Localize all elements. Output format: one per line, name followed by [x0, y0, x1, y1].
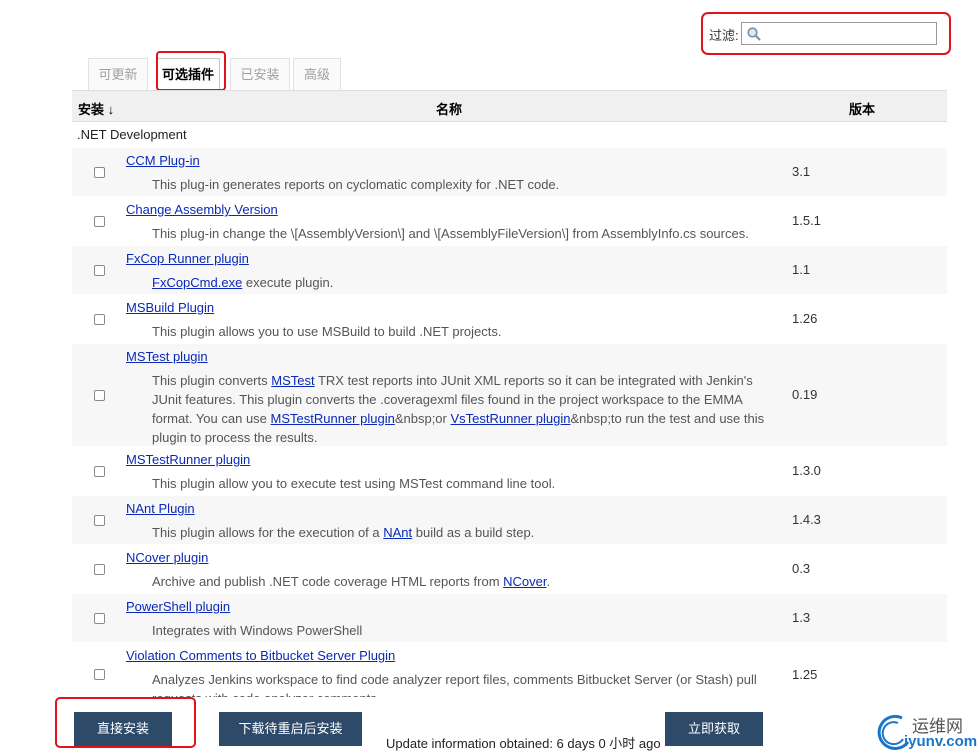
- plugin-description: Integrates with Windows PowerShell: [152, 623, 363, 638]
- description-link[interactable]: VsTestRunner plugin: [450, 411, 570, 426]
- plugin-link[interactable]: CCM Plug-in: [126, 153, 200, 168]
- table-row: MSBuild Plugin This plugin allows you to…: [72, 294, 947, 343]
- plugin-description: This plugin allows for the execution of …: [152, 523, 772, 542]
- filter-label: 过滤:: [709, 28, 739, 43]
- plugin-version: 1.25: [792, 667, 818, 682]
- install-button-highlight: [55, 697, 196, 748]
- install-checkbox[interactable]: [94, 613, 105, 624]
- tab-highlight: [156, 51, 226, 91]
- table-row: FxCop Runner plugin FxCopCmd.exe execute…: [72, 245, 947, 294]
- plugin-description: This plug-in change the \[AssemblyVersio…: [152, 226, 749, 241]
- description-text: build as a build step.: [412, 525, 535, 540]
- plugin-link[interactable]: Violation Comments to Bitbucket Server P…: [126, 648, 395, 663]
- plugin-version: 1.3.0: [792, 463, 821, 478]
- search-icon: [747, 27, 761, 41]
- description-link[interactable]: NCover: [503, 574, 546, 589]
- install-checkbox[interactable]: [94, 515, 105, 526]
- description-link[interactable]: MSTestRunner plugin: [271, 411, 395, 426]
- plugin-description: This plugin allows you to use MSBuild to…: [152, 324, 502, 339]
- plugin-table: 安装 ↓ 名称 版本 .NET Development CCM Plug-in …: [72, 90, 947, 706]
- filter-input[interactable]: [741, 22, 937, 45]
- column-name[interactable]: 名称: [436, 99, 462, 118]
- install-checkbox[interactable]: [94, 390, 105, 401]
- tab-updates[interactable]: 可更新: [88, 58, 148, 90]
- install-checkbox[interactable]: [94, 314, 105, 325]
- table-row: CCM Plug-in This plug-in generates repor…: [72, 147, 947, 196]
- table-row: NCover plugin Archive and publish .NET c…: [72, 544, 947, 593]
- description-link[interactable]: MSTest: [271, 373, 314, 388]
- install-checkbox[interactable]: [94, 216, 105, 227]
- plugin-version: 1.26: [792, 311, 818, 326]
- description-text: Archive and publish .NET code coverage H…: [152, 574, 504, 589]
- table-row: NAnt Plugin This plugin allows for the e…: [72, 495, 947, 544]
- plugin-link[interactable]: FxCop Runner plugin: [126, 251, 249, 266]
- description-text: This plugin allows for the execution of …: [152, 525, 384, 540]
- plugin-rows: CCM Plug-in This plug-in generates repor…: [72, 147, 947, 706]
- plugin-description: This plugin allow you to execute test us…: [152, 476, 556, 491]
- category-label: .NET Development: [77, 127, 187, 142]
- plugin-link[interactable]: MSTest plugin: [126, 349, 208, 364]
- filter-highlight: 过滤:: [701, 12, 951, 55]
- install-checkbox[interactable]: [94, 265, 105, 276]
- plugin-link[interactable]: MSBuild Plugin: [126, 300, 214, 315]
- check-now-button[interactable]: 立即获取: [665, 712, 763, 746]
- install-checkbox[interactable]: [94, 564, 105, 575]
- plugin-version: 1.4.3: [792, 512, 821, 527]
- tab-advanced[interactable]: 高级: [293, 58, 341, 90]
- plugin-version: 1.3: [792, 610, 811, 625]
- plugin-version: 1.1: [792, 262, 811, 277]
- plugin-description: Archive and publish .NET code coverage H…: [152, 572, 772, 591]
- table-row: MSTestRunner plugin This plugin allow yo…: [72, 446, 947, 495]
- plugin-version: 0.19: [792, 387, 818, 402]
- description-link[interactable]: NAnt: [383, 525, 412, 540]
- plugin-link[interactable]: PowerShell plugin: [126, 599, 230, 614]
- table-header: 安装 ↓ 名称 版本: [72, 90, 947, 122]
- description-link[interactable]: FxCopCmd.exe: [152, 275, 242, 290]
- table-row: Change Assembly Version This plug-in cha…: [72, 196, 947, 245]
- plugin-version: 3.1: [792, 164, 811, 179]
- description-text: execute plugin.: [242, 275, 334, 290]
- install-checkbox[interactable]: [94, 466, 105, 477]
- tab-installed[interactable]: 已安装: [230, 58, 290, 90]
- plugin-description: This plug-in generates reports on cyclom…: [152, 177, 560, 192]
- download-restart-button[interactable]: 下载待重启后安装: [219, 712, 362, 746]
- description-text: &nbsp;or: [394, 411, 451, 426]
- plugin-description: This plugin converts MSTest TRX test rep…: [152, 371, 772, 447]
- column-version[interactable]: 版本: [849, 99, 875, 118]
- table-row: MSTest plugin This plugin converts MSTes…: [72, 343, 947, 446]
- plugin-link[interactable]: MSTestRunner plugin: [126, 452, 250, 467]
- plugin-link[interactable]: Change Assembly Version: [126, 202, 278, 217]
- description-text: This plugin converts: [152, 373, 272, 388]
- update-info: Update information obtained: 6 days 0 小时…: [386, 736, 661, 751]
- plugin-link[interactable]: NAnt Plugin: [126, 501, 195, 516]
- table-row: PowerShell plugin Integrates with Window…: [72, 593, 947, 642]
- install-checkbox[interactable]: [94, 167, 105, 178]
- column-install[interactable]: 安装 ↓: [78, 99, 114, 118]
- description-text: .: [546, 574, 551, 589]
- plugin-version: 1.5.1: [792, 213, 821, 228]
- plugin-link[interactable]: NCover plugin: [126, 550, 208, 565]
- watermark: 运维网 iyunv.com: [872, 710, 978, 754]
- plugin-version: 0.3: [792, 561, 811, 576]
- watermark-en: iyunv.com: [904, 733, 978, 750]
- category-row: .NET Development: [72, 122, 947, 147]
- install-checkbox[interactable]: [94, 669, 105, 680]
- table-row: Violation Comments to Bitbucket Server P…: [72, 642, 947, 706]
- plugin-description: FxCopCmd.exe execute plugin.: [152, 273, 772, 292]
